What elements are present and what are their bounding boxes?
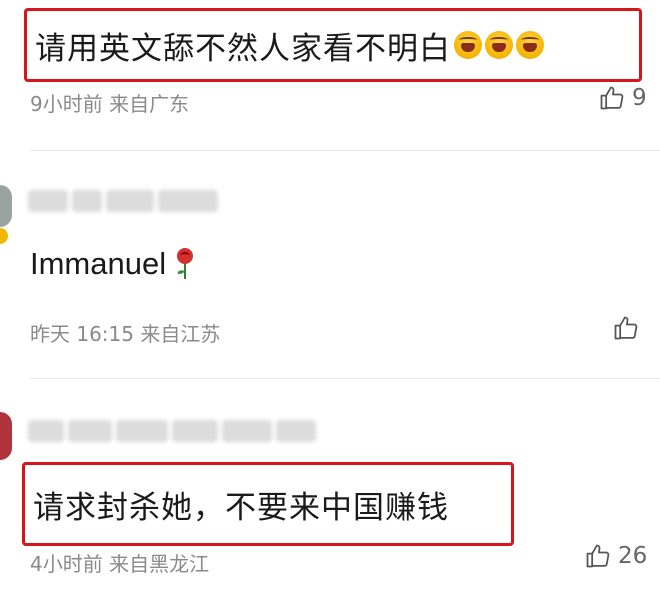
like-count: 9 <box>632 85 647 111</box>
comment-location: 来自江苏 <box>140 322 221 346</box>
comment-location: 来自黑龙江 <box>109 552 210 576</box>
comment-meta: 9小时前 来自广东 <box>30 88 189 117</box>
laughing-crying-emoji-icon <box>516 31 544 59</box>
comment-text: 请求封杀她，不要来中国赚钱 <box>33 489 449 526</box>
comment-text-row: Immanuel <box>30 246 198 282</box>
thumbs-up-icon <box>600 86 624 110</box>
comment-time: 9小时前 <box>30 92 103 116</box>
laughing-crying-emoji-icon <box>485 31 513 59</box>
highlighted-comment-3: 请求封杀她，不要来中国赚钱 <box>22 462 514 546</box>
like-button[interactable]: 26 <box>584 542 647 570</box>
comment-time: 4小时前 <box>30 552 103 576</box>
username-blurred[interactable] <box>28 420 316 442</box>
like-count: 26 <box>618 543 648 569</box>
comment-location: 来自广东 <box>109 92 190 116</box>
username-blurred[interactable] <box>28 190 218 212</box>
like-button[interactable] <box>612 314 646 342</box>
thumbs-up-icon <box>614 316 638 340</box>
avatar[interactable] <box>0 412 12 460</box>
thumbs-up-icon <box>586 544 610 568</box>
comment-time: 昨天 16:15 <box>30 322 134 346</box>
rose-emoji-icon <box>177 248 194 279</box>
avatar[interactable] <box>0 185 12 227</box>
like-button[interactable]: 9 <box>598 84 647 112</box>
comment-meta: 4小时前 来自黑龙江 <box>30 548 209 577</box>
comment-text: Immanuel <box>30 246 167 281</box>
verified-badge-icon <box>0 228 8 244</box>
highlighted-comment-1: 请用英文舔不然人家看不明白 <box>24 8 642 82</box>
comment-text: 请用英文舔不然人家看不明白 <box>35 30 451 67</box>
comment-meta: 昨天 16:15 来自江苏 <box>30 318 220 347</box>
divider <box>30 378 660 379</box>
laughing-crying-emoji-icon <box>454 31 482 59</box>
divider <box>30 150 660 151</box>
